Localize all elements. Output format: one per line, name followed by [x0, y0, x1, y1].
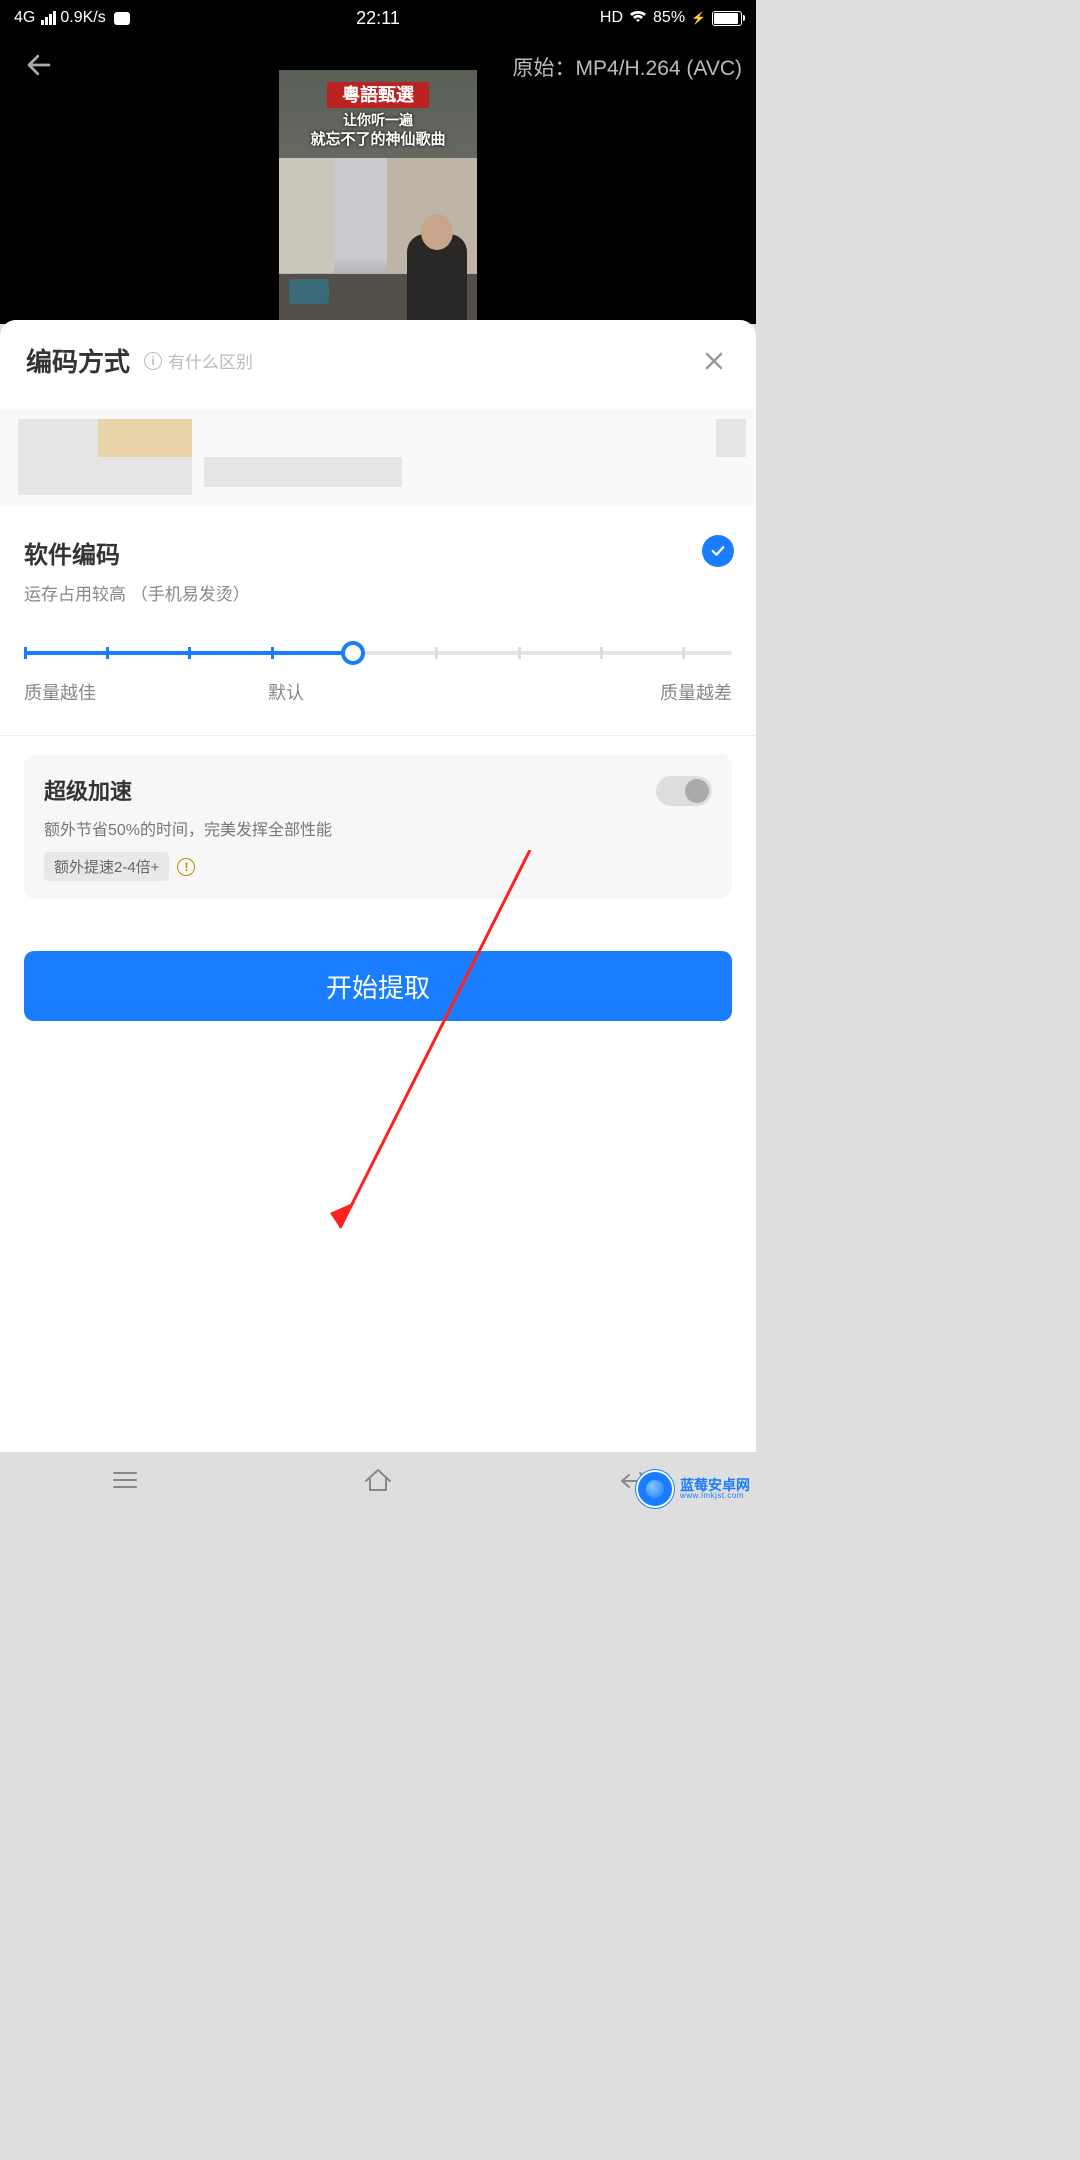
- format-label: 原始：MP4/H.264 (AVC): [513, 52, 743, 82]
- selected-check-icon: [702, 535, 734, 567]
- network-type: 4G: [14, 9, 35, 27]
- settings-sheet: 编码方式 i 有什么区别 软件编码 运存占用较高 （手机易发烫）: [0, 320, 756, 1452]
- menu-icon[interactable]: [112, 1470, 138, 1495]
- boost-subtitle: 额外节省50%的时间，完美发挥全部性能: [44, 816, 712, 840]
- close-button[interactable]: [698, 345, 730, 377]
- wifi-icon: [629, 9, 647, 28]
- network-speed: 0.9K/s: [60, 9, 105, 27]
- video-preview-area: 原始：MP4/H.264 (AVC) 粵語甄選 让你听一遍 就忘不了的神仙歌曲: [0, 36, 756, 324]
- battery-icon: [712, 11, 742, 26]
- super-boost-card: 超级加速 额外节省50%的时间，完美发挥全部性能 额外提速2-4倍+ !: [24, 754, 732, 899]
- encoding-subtitle: 运存占用较高 （手机易发烫）: [24, 580, 732, 605]
- info-icon: i: [144, 352, 162, 370]
- status-bar: 4G 0.9K/s 22:11 HD 85% ⚡: [0, 0, 756, 36]
- encoding-options-strip[interactable]: [0, 409, 756, 505]
- slider-label-worst: 质量越差: [660, 679, 732, 705]
- charging-icon: ⚡: [691, 11, 706, 25]
- clock: 22:11: [356, 8, 400, 29]
- quality-slider[interactable]: [24, 639, 732, 669]
- help-link[interactable]: i 有什么区别: [144, 348, 253, 373]
- battery-percent: 85%: [653, 9, 685, 27]
- encoding-title: 软件编码: [24, 535, 732, 570]
- watermark-logo-icon: [636, 1470, 674, 1508]
- slider-label-best: 质量越佳: [24, 679, 96, 705]
- boost-tag: 额外提速2-4倍+: [44, 852, 169, 881]
- thumb-subtitle-2: 就忘不了的神仙歌曲: [279, 128, 477, 149]
- annotation-arrow: [320, 850, 540, 1250]
- watermark-name: 蓝莓安卓网: [680, 1478, 750, 1492]
- thumb-subtitle-1: 让你听一遍: [279, 110, 477, 130]
- software-encoding-option[interactable]: 软件编码 运存占用较高 （手机易发烫）: [0, 505, 756, 605]
- signal-icon: [41, 11, 56, 25]
- sheet-title: 编码方式: [26, 342, 130, 379]
- watermark: 蓝莓安卓网 www.lmkjst.com: [636, 1470, 750, 1508]
- slider-label-default: 默认: [268, 679, 304, 705]
- video-thumbnail[interactable]: 粵語甄選 让你听一遍 就忘不了的神仙歌曲: [279, 70, 477, 324]
- warning-icon[interactable]: !: [177, 858, 195, 876]
- watermark-url: www.lmkjst.com: [680, 1492, 750, 1500]
- app-indicator-icon: [114, 12, 130, 25]
- hd-indicator: HD: [600, 9, 623, 27]
- thumb-title: 粵語甄選: [327, 82, 429, 108]
- home-icon[interactable]: [363, 1467, 393, 1498]
- back-button[interactable]: [24, 50, 54, 87]
- slider-handle[interactable]: [341, 641, 365, 665]
- boost-title: 超级加速: [44, 774, 712, 806]
- boost-toggle[interactable]: [656, 776, 712, 806]
- start-extract-button[interactable]: 开始提取: [24, 951, 732, 1021]
